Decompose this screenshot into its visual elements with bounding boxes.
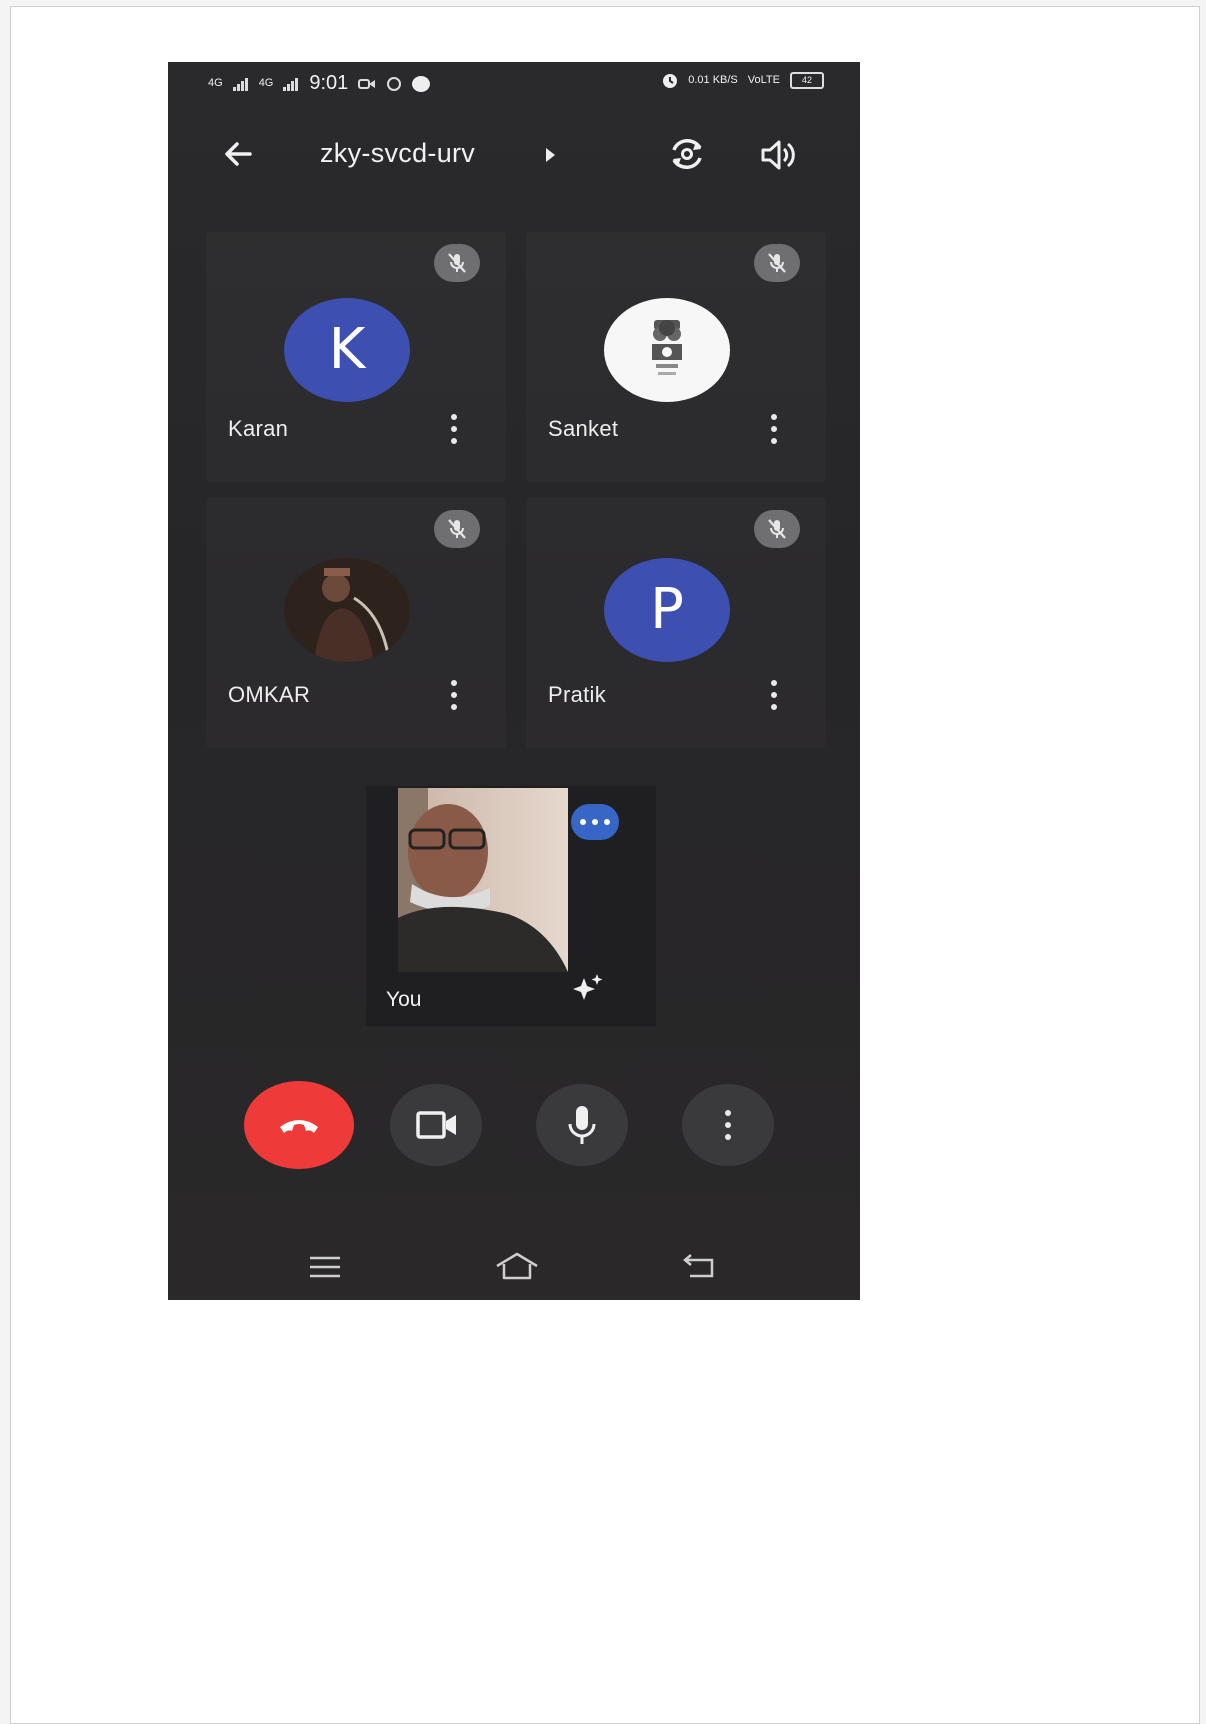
system-nav-bar [168,1242,860,1288]
whatsapp-icon [387,76,402,91]
signal-1-label: 4G [208,77,223,89]
mic-off-icon [434,244,480,282]
mic-off-icon [754,510,800,548]
meeting-details-arrow-icon[interactable] [546,148,555,162]
toggle-mic-button[interactable] [536,1084,628,1166]
more-vert-icon[interactable] [450,414,458,444]
participant-tile-karan[interactable]: K Karan [206,232,506,482]
participant-name: Pratik [548,682,607,707]
call-header: zky-svcd-urv [168,124,860,188]
net-speed: 0.01 KB/S [688,74,738,86]
mic-off-icon [754,244,800,282]
more-vert-icon[interactable] [770,414,778,444]
end-call-icon [280,1120,318,1133]
self-video-frame [398,788,568,972]
phone-screen: 4G 4G 9:01 0.01 KB/S VoLTE 42 zky-svcd-u… [168,62,860,1300]
meet-notification-icon [358,78,376,89]
signal-2-icon [283,77,299,91]
status-bar: 4G 4G 9:01 0.01 KB/S VoLTE 42 [168,62,860,106]
speaker-icon[interactable] [758,136,796,174]
signal-1-icon [232,77,248,91]
battery-indicator: 42 [790,72,824,89]
video-camera-icon [416,1111,456,1139]
avatar: K [284,298,410,402]
more-vert-icon[interactable] [770,680,778,710]
alarm-icon [663,73,678,88]
emblem-avatar [604,298,730,402]
arrow-left-icon[interactable] [220,136,256,172]
avatar: P [604,558,730,662]
photo-avatar [284,558,410,662]
participant-tile-pratik[interactable]: P Pratik [526,498,826,748]
signal-2-label: 4G [258,77,274,89]
person-photo [284,558,410,662]
mic-off-icon [434,510,480,548]
toggle-video-button[interactable] [390,1084,482,1166]
more-options-button[interactable] [682,1084,774,1166]
participant-name: Sanket [548,416,619,441]
camera-switch-icon[interactable] [666,134,708,174]
home-icon[interactable] [494,1250,540,1282]
status-left: 4G 4G 9:01 [208,72,431,95]
emblem-icon [652,320,682,375]
microphone-icon [568,1106,596,1144]
meeting-code[interactable]: zky-svcd-urv [320,138,475,169]
participant-tile-sanket[interactable]: Sanket [526,232,826,482]
audio-level-badge [571,804,619,840]
participant-tile-omkar[interactable]: OMKAR [206,498,506,748]
sparkle-icon[interactable] [570,972,606,1002]
participant-name: Karan [228,416,289,441]
call-controls [168,1077,860,1173]
participant-name: OMKAR [228,682,311,707]
end-call-button[interactable] [244,1081,354,1169]
back-icon[interactable] [682,1252,718,1280]
menu-icon[interactable] [308,1254,342,1280]
status-time: 9:01 [309,72,349,94]
self-video [398,788,568,972]
status-right: 0.01 KB/S VoLTE 42 [662,72,824,89]
net-type: VoLTE [747,74,780,86]
self-view-label: You [386,988,422,1011]
message-icon [412,75,431,92]
more-vert-icon[interactable] [450,680,458,710]
more-vert-icon [724,1110,732,1140]
